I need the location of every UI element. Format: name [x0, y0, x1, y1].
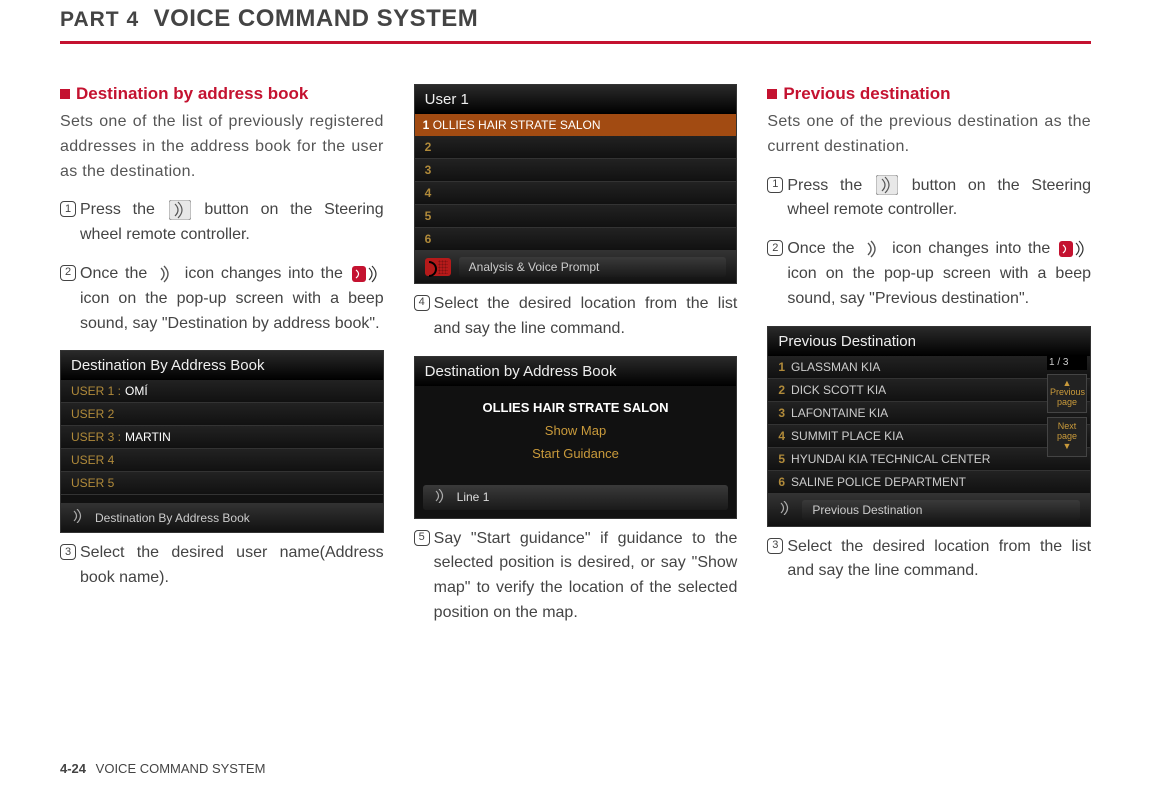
voice-button-icon	[169, 200, 191, 220]
voice-wave-icon	[156, 264, 176, 284]
step-body: Select the desired user name(Address boo…	[80, 541, 384, 591]
step-body: Select the desired location from the lis…	[787, 535, 1091, 585]
column-2: User 1 1 OLLIES HAIR STRATE SALON 2 3 4 …	[414, 84, 738, 640]
highlighted-row: 1 OLLIES HAIR STRATE SALON	[415, 114, 737, 136]
list-row: 2	[415, 136, 737, 159]
shot-title: Destination By Address Book	[61, 351, 383, 380]
listen-icon	[433, 489, 449, 506]
column-3: Previous destination Sets one of the pre…	[767, 84, 1091, 640]
voice-active-red-icon	[1059, 239, 1089, 259]
shot-title: User 1	[415, 85, 737, 114]
step-1: 1 Press the button on the Steering wheel…	[767, 174, 1091, 224]
screenshot-destination-options: Destination by Address Book OLLIES HAIR …	[414, 356, 738, 519]
user-row: USER 4	[61, 449, 383, 472]
step-body: Select the desired location from the lis…	[434, 292, 738, 342]
step-number-icon: 3	[767, 538, 783, 554]
voice-button-icon	[876, 175, 898, 195]
voice-active-red-icon	[425, 258, 451, 276]
list-row: 5HYUNDAI KIA TECHNICAL CENTER	[768, 448, 1090, 471]
page-nav: 1 / 3 Previous page Next page	[1047, 355, 1087, 457]
step-number-icon: 1	[767, 177, 783, 193]
page-number: 4-24	[60, 761, 86, 776]
step-4: 4 Select the desired location from the l…	[414, 292, 738, 342]
section-heading-previous-destination: Previous destination	[767, 84, 1091, 104]
shot-footer: Previous Destination	[768, 494, 1090, 526]
heading-text: Previous destination	[783, 84, 950, 104]
step-body: Say "Start guidance" if guidance to the …	[434, 527, 738, 626]
list-row: 4	[415, 182, 737, 205]
section-heading-address-book: Destination by address book	[60, 84, 384, 104]
list-row: 3LAFONTAINE KIA	[768, 402, 1090, 425]
step-number-icon: 3	[60, 544, 76, 560]
shot-footer: Destination By Address Book	[61, 503, 383, 532]
step-2: 2 Once the icon changes into the icon on…	[767, 237, 1091, 311]
part-title: VOICE COMMAND SYSTEM	[154, 5, 479, 32]
shot-footer: Line 1	[423, 485, 729, 510]
voice-wave-icon	[863, 239, 883, 259]
step-number-icon: 2	[767, 240, 783, 256]
step-2: 2 Once the icon changes into the icon on…	[60, 262, 384, 336]
step-body: Press the button on the Steering wheel r…	[80, 198, 384, 248]
step-number-icon: 5	[414, 530, 430, 546]
screenshot-address-book-users: Destination By Address Book USER 1 :OMÍ …	[60, 350, 384, 533]
step-3: 3 Select the desired user name(Address b…	[60, 541, 384, 591]
bullet-square-icon	[60, 89, 70, 99]
user-row: USER 1 :OMÍ	[61, 380, 383, 403]
user-row: USER 2	[61, 403, 383, 426]
selected-name: OLLIES HAIR STRATE SALON	[415, 386, 737, 419]
intro-text: Sets one of the list of previously regis…	[60, 110, 384, 184]
page-footer: 4-24 VOICE COMMAND SYSTEM	[60, 761, 265, 776]
list-row: 1GLASSMAN KIA	[768, 356, 1090, 379]
step-body: Once the icon changes into the icon on t…	[80, 262, 384, 336]
list-row: 3	[415, 159, 737, 182]
step-body: Once the icon changes into the icon on t…	[787, 237, 1091, 311]
intro-text: Sets one of the previous destination as …	[767, 110, 1091, 160]
bullet-square-icon	[767, 89, 777, 99]
footer-label: VOICE COMMAND SYSTEM	[96, 761, 266, 776]
step-number-icon: 4	[414, 295, 430, 311]
next-page-icon: Next page	[1047, 417, 1087, 457]
part-label: PART 4	[60, 8, 139, 31]
shot-footer: Analysis & Voice Prompt	[415, 251, 737, 283]
listen-icon	[71, 509, 87, 526]
heading-text: Destination by address book	[76, 84, 308, 104]
page-count: 1 / 3	[1047, 355, 1087, 370]
list-row: 6SALINE POLICE DEPARTMENT	[768, 471, 1090, 494]
column-1: Destination by address book Sets one of …	[60, 84, 384, 640]
step-1: 1 Press the button on the Steering wheel…	[60, 198, 384, 248]
step-5: 5 Say "Start guidance" if guidance to th…	[414, 527, 738, 626]
step-3: 3 Select the desired location from the l…	[767, 535, 1091, 585]
user-row: USER 3 :MARTIN	[61, 426, 383, 449]
listen-icon	[778, 501, 794, 518]
screenshot-user1-list: User 1 1 OLLIES HAIR STRATE SALON 2 3 4 …	[414, 84, 738, 284]
user-row: USER 5	[61, 472, 383, 495]
content-columns: Destination by address book Sets one of …	[60, 84, 1091, 640]
list-row: 2DICK SCOTT KIA	[768, 379, 1090, 402]
option-show-map: Show Map	[415, 419, 737, 442]
voice-active-red-icon	[352, 264, 382, 284]
option-start-guidance: Start Guidance	[415, 442, 737, 465]
screenshot-previous-destination: Previous Destination 1GLASSMAN KIA 2DICK…	[767, 326, 1091, 527]
step-body: Press the button on the Steering wheel r…	[787, 174, 1091, 224]
previous-page-icon: Previous page	[1047, 374, 1087, 414]
step-number-icon: 1	[60, 201, 76, 217]
list-row: 5	[415, 205, 737, 228]
list-row: 6	[415, 228, 737, 251]
shot-title: Previous Destination	[768, 327, 1090, 356]
shot-title: Destination by Address Book	[415, 357, 737, 386]
list-row: 4SUMMIT PLACE KIA	[768, 425, 1090, 448]
page-header: PART 4 VOICE COMMAND SYSTEM	[60, 0, 1091, 44]
step-number-icon: 2	[60, 265, 76, 281]
